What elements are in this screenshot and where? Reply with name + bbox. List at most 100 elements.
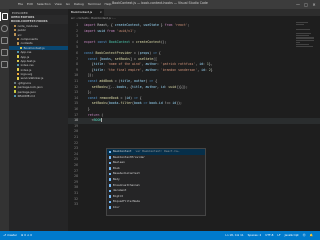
debug-icon-glyph (1, 49, 8, 56)
code-token: author (145, 84, 157, 89)
title-bar: File Edit Selection View Go Debug Terminal Help… (0, 0, 320, 9)
suggestion-label: BigInt (113, 193, 124, 198)
tree-item-label: components (20, 36, 38, 41)
status-item[interactable]: LF (277, 233, 280, 237)
code-token: } (84, 107, 90, 111)
status-bar: ⎇ master ⊗ 0 ⚠ 0 Ln 18, Col 11 Spaces: 2 UT… (0, 231, 320, 240)
status-left: ⎇ master ⊗ 0 ⚠ 0 (3, 231, 36, 240)
status-item[interactable]: UTF-8 (265, 233, 273, 237)
tree-item-label: README.md (17, 94, 35, 99)
tree-item-label: App.css (20, 50, 32, 55)
suggestion-label: blur (113, 204, 120, 209)
search-icon[interactable] (0, 24, 9, 33)
text-cursor (101, 118, 102, 123)
code-token: title (132, 84, 142, 89)
code-token: author (133, 79, 146, 83)
autocomplete-popup[interactable]: BookContext var BookContext: React.Co… Boo… (106, 148, 206, 216)
tree-item-label: App.test.js (20, 58, 36, 63)
explorer-sidebar: EXPLORER OPEN EDITORS BOOK-CONTEXT-HOOKS… (9, 9, 68, 231)
code-token: = ( (112, 79, 121, 83)
code-token: 'brandon sanderson' (160, 67, 198, 72)
code-token: filter (120, 101, 133, 106)
line-number: 33 (74, 202, 78, 207)
tree-item-label: logo.svg (20, 72, 33, 77)
close-button[interactable]: ✕ (310, 0, 318, 9)
code-token: = ( (132, 51, 140, 55)
file-item[interactable]: README.md (9, 94, 68, 98)
minimize-button[interactable]: — (294, 0, 302, 9)
status-item[interactable]: Ln 18, Col 11 (225, 233, 243, 237)
code-token: export (84, 39, 96, 44)
variable-icon (108, 156, 112, 159)
code-token: setBooks (91, 84, 108, 89)
variable-icon (108, 161, 112, 165)
suggestion-item[interactable]: blur (107, 205, 205, 211)
suggestion-label: BiquadFilterNode (113, 199, 140, 204)
suggestion-label: Boolean (113, 160, 125, 165)
extensions-icon-glyph (1, 61, 8, 68)
code-token: ( (99, 112, 104, 117)
status-item[interactable]: ⊗ 0 ⚠ 0 (21, 233, 32, 237)
status-item[interactable]: JavaScript (285, 233, 299, 237)
code-token: BookContextProvider (95, 51, 132, 55)
code-token: 'uuid/v1' (116, 28, 134, 33)
code-token: { (84, 67, 94, 72)
variable-icon (108, 178, 112, 182)
maximize-button[interactable]: □ (302, 0, 310, 9)
code-token: (); (160, 39, 167, 44)
tab-bookcontext[interactable]: BookContext.js × (68, 9, 104, 16)
code-token: title (93, 67, 104, 72)
code-token: return (87, 112, 100, 117)
code-token: const (87, 79, 98, 83)
suggestion-label: BookContextProvider (113, 154, 145, 159)
minimap[interactable] (296, 21, 316, 81)
file-icon (17, 55, 20, 58)
code-token: ([ (153, 56, 157, 61)
code-token: const (97, 39, 108, 44)
code-token: ] = (130, 56, 138, 61)
suggestion-label: BroadcastChannel (113, 182, 140, 187)
debug-icon[interactable] (0, 48, 9, 57)
code-token: ()}]); (176, 84, 188, 89)
window-title: BookContext.js — book-context-hooks — Vi… (112, 1, 208, 5)
status-item[interactable]: ☺ (303, 233, 306, 237)
source-control-icon[interactable] (0, 36, 9, 45)
code-token: }, (208, 62, 213, 67)
code-token: useState (143, 23, 159, 27)
tree-item-label: src (17, 32, 22, 37)
code-token: uuid (97, 28, 106, 33)
code-token: const (87, 56, 98, 61)
tree-item-label: index.js (20, 67, 32, 72)
file-icon (14, 90, 17, 93)
vscode-window: File Edit Selection View Go Debug Terminal Help… (0, 0, 320, 240)
tab-close-icon[interactable]: × (100, 9, 102, 16)
tree-item-label: BookContext.js (23, 45, 45, 50)
variable-icon (108, 195, 112, 198)
file-tree: node_modules public src components contexts B… (9, 24, 68, 99)
file-icon (17, 50, 20, 54)
tree-item-label: .gitignore (17, 80, 31, 85)
code-token: 'react' (174, 23, 188, 27)
code-token: < (84, 118, 94, 123)
tree-item-label: contexts (20, 41, 33, 46)
code-token: books (116, 84, 127, 89)
folder-icon (17, 42, 20, 45)
file-icon (17, 64, 20, 67)
status-item[interactable]: ⎇ master (3, 233, 17, 237)
code-token: React, { (95, 23, 115, 27)
code-token: !== (162, 101, 173, 106)
extensions-icon[interactable] (0, 60, 9, 69)
suggestion-label: BookContext (113, 149, 132, 153)
code-token: import (84, 23, 96, 27)
status-item[interactable]: Spaces: 2 (248, 233, 262, 237)
file-icon (14, 81, 17, 85)
activity-bar (0, 9, 9, 240)
code-token: author (145, 67, 157, 72)
files-icon[interactable] (0, 12, 9, 21)
code-token: { (153, 79, 157, 83)
suggestion-label: BaseAudioContext (113, 171, 140, 176)
status-item[interactable]: 🔔 (310, 233, 313, 237)
code-token: setBooks (114, 56, 131, 61)
search-icon-glyph (1, 25, 8, 32)
